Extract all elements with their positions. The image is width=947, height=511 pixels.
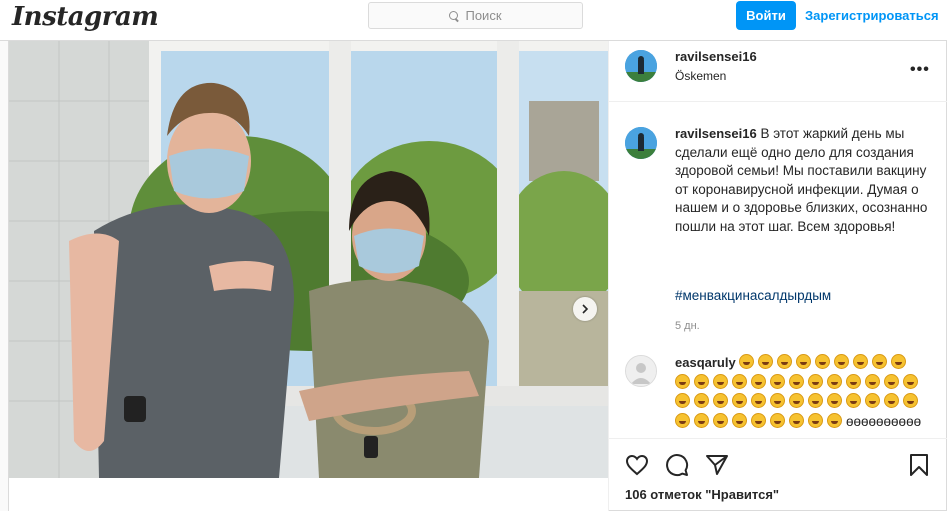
default-avatar-icon (626, 356, 656, 386)
grinning-squinting-face-emoji (891, 354, 907, 369)
grinning-squinting-face-emoji (808, 373, 823, 389)
hashtag-link[interactable]: #менвакцинасалдырдым (675, 288, 831, 303)
post-photo[interactable] (9, 41, 608, 478)
caption-username[interactable]: ravilsensei16 (675, 126, 757, 141)
photo-footer (9, 478, 608, 511)
grinning-squinting-face-emoji (884, 393, 899, 408)
top-navigation-bar: Instagram Поиск Войти Зарегистрироваться (0, 0, 947, 41)
grinning-squinting-face-emoji (808, 393, 823, 408)
send-icon[interactable] (705, 453, 729, 477)
grinning-squinting-face-emoji (732, 412, 747, 428)
grinning-squinting-face-emoji (758, 354, 774, 369)
grinning-squinting-face-emoji (694, 412, 709, 428)
grinning-squinting-face-emoji (770, 373, 785, 389)
avatar[interactable] (625, 127, 657, 159)
grinning-squinting-face-emoji (751, 412, 766, 428)
search-icon (449, 10, 459, 21)
grinning-squinting-face-emoji (732, 373, 747, 389)
grinning-squinting-face-emoji (827, 373, 842, 389)
avatar-image (625, 50, 657, 82)
post-card: ravilsensei16 Öskemen ••• ravilsensei16 … (8, 41, 947, 511)
avatar[interactable] (625, 50, 657, 82)
grinning-squinting-face-emoji (865, 393, 880, 408)
grinning-squinting-face-emoji (827, 393, 842, 408)
login-button[interactable]: Войти (736, 1, 796, 30)
grinning-squinting-face-emoji (827, 412, 842, 428)
grinning-squinting-face-emoji (789, 412, 804, 428)
grinning-squinting-face-emoji (865, 373, 880, 389)
grinning-squinting-face-emoji (675, 373, 690, 389)
more-options-icon[interactable]: ••• (910, 61, 930, 79)
grinning-squinting-face-emoji (675, 412, 690, 428)
grinning-squinting-face-emoji (739, 354, 755, 369)
caption-text: В этот жаркий день мы сделали ещё одно д… (675, 126, 928, 234)
comment: easqaruly өөөөөөөөөө (675, 353, 925, 437)
comment-text-tail: өөөөөөөөөө (846, 413, 922, 429)
grinning-squinting-face-emoji (777, 354, 793, 369)
post-author-username[interactable]: ravilsensei16 (675, 49, 757, 64)
grinning-squinting-face-emoji (789, 373, 804, 389)
grinning-squinting-face-emoji (713, 373, 728, 389)
grinning-squinting-face-emoji (694, 393, 709, 408)
grinning-squinting-face-emoji (675, 393, 690, 408)
instagram-logo[interactable]: Instagram (12, 2, 159, 32)
post-age[interactable]: 5 дн. (675, 320, 700, 332)
grinning-squinting-face-emoji (808, 412, 823, 428)
comment-icon[interactable] (665, 453, 689, 477)
comment-username[interactable]: easqaruly (675, 355, 736, 370)
grinning-squinting-face-emoji (694, 373, 709, 389)
post-location[interactable]: Öskemen (675, 69, 726, 83)
grinning-squinting-face-emoji (815, 354, 831, 369)
post-header: ravilsensei16 Öskemen ••• (609, 41, 947, 102)
grinning-squinting-face-emoji (903, 373, 918, 389)
grinning-squinting-face-emoji (846, 373, 861, 389)
grinning-squinting-face-emoji (846, 393, 861, 408)
photo-illustration (9, 41, 608, 478)
grinning-squinting-face-emoji (713, 412, 728, 428)
grinning-squinting-face-emoji (770, 393, 785, 408)
grinning-squinting-face-emoji (713, 393, 728, 408)
bookmark-icon[interactable] (907, 453, 931, 477)
search-placeholder: Поиск (465, 8, 502, 23)
grinning-squinting-face-emoji (751, 393, 766, 408)
grinning-squinting-face-emoji (751, 373, 766, 389)
chevron-right-icon (582, 304, 589, 314)
post-sidebar: ravilsensei16 Öskemen ••• ravilsensei16 … (608, 41, 947, 511)
grinning-squinting-face-emoji (770, 412, 785, 428)
grinning-squinting-face-emoji (789, 393, 804, 408)
grinning-squinting-face-emoji (872, 354, 888, 369)
avatar[interactable] (625, 355, 657, 387)
post-caption: ravilsensei16 В этот жаркий день мы сдел… (675, 125, 941, 236)
grinning-squinting-face-emoji (732, 393, 747, 408)
grinning-squinting-face-emoji (796, 354, 812, 369)
grinning-squinting-face-emoji (853, 354, 869, 369)
avatar-image (625, 127, 657, 159)
grinning-squinting-face-emoji (903, 393, 918, 408)
grinning-squinting-face-emoji (834, 354, 850, 369)
grinning-squinting-face-emoji (884, 373, 899, 389)
likes-count[interactable]: 106 отметок "Нравится" (625, 487, 779, 502)
heart-icon[interactable] (625, 453, 649, 477)
search-input[interactable]: Поиск (368, 2, 583, 29)
signup-link[interactable]: Зарегистрироваться (805, 1, 939, 30)
post-actions: 106 отметок "Нравится" (609, 438, 947, 511)
next-photo-button[interactable] (573, 297, 597, 321)
